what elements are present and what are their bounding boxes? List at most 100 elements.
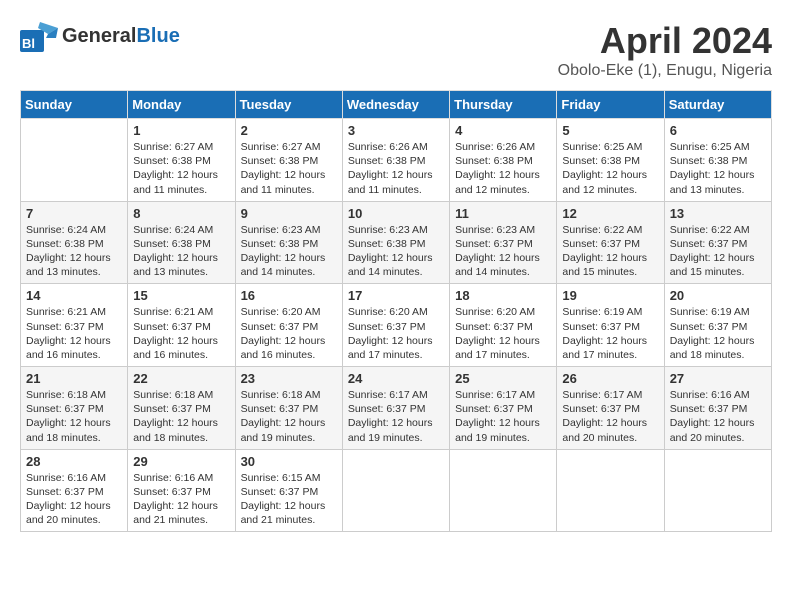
calendar-week-row: 7 Sunrise: 6:24 AMSunset: 6:38 PMDaylight… <box>21 201 772 284</box>
calendar-header-saturday: Saturday <box>664 91 771 119</box>
calendar-cell: 24 Sunrise: 6:17 AMSunset: 6:37 PMDayligh… <box>342 367 449 450</box>
day-number: 7 <box>26 206 122 221</box>
calendar-cell <box>450 449 557 532</box>
calendar-cell <box>21 119 128 202</box>
day-info: Sunrise: 6:20 AMSunset: 6:37 PMDaylight:… <box>241 305 337 362</box>
calendar-cell: 2 Sunrise: 6:27 AMSunset: 6:38 PMDaylight… <box>235 119 342 202</box>
day-info: Sunrise: 6:20 AMSunset: 6:37 PMDaylight:… <box>455 305 551 362</box>
day-info: Sunrise: 6:25 AMSunset: 6:38 PMDaylight:… <box>562 140 658 197</box>
day-info: Sunrise: 6:16 AMSunset: 6:37 PMDaylight:… <box>26 471 122 528</box>
calendar-cell: 6 Sunrise: 6:25 AMSunset: 6:38 PMDaylight… <box>664 119 771 202</box>
day-info: Sunrise: 6:26 AMSunset: 6:38 PMDaylight:… <box>455 140 551 197</box>
day-info: Sunrise: 6:27 AMSunset: 6:38 PMDaylight:… <box>133 140 229 197</box>
day-number: 16 <box>241 288 337 303</box>
calendar-cell: 19Sunrise: 6:19 AMSunset: 6:37 PMDayligh… <box>557 284 664 367</box>
logo-icon: Bl <box>20 20 58 52</box>
calendar-header-wednesday: Wednesday <box>342 91 449 119</box>
calendar-cell: 15 Sunrise: 6:21 AMSunset: 6:37 PMDayligh… <box>128 284 235 367</box>
calendar-cell: 13 Sunrise: 6:22 AMSunset: 6:37 PMDayligh… <box>664 201 771 284</box>
day-info: Sunrise: 6:17 AMSunset: 6:37 PMDaylight:… <box>562 388 658 445</box>
day-number: 4 <box>455 123 551 138</box>
calendar-cell: 9 Sunrise: 6:23 AMSunset: 6:38 PMDaylight… <box>235 201 342 284</box>
svg-text:Bl: Bl <box>22 36 35 51</box>
calendar-cell: 26 Sunrise: 6:17 AMSunset: 6:37 PMDayligh… <box>557 367 664 450</box>
calendar-cell: 25Sunrise: 6:17 AMSunset: 6:37 PMDayligh… <box>450 367 557 450</box>
day-info: Sunrise: 6:23 AMSunset: 6:38 PMDaylight:… <box>348 223 444 280</box>
day-number: 22 <box>133 371 229 386</box>
day-number: 30 <box>241 454 337 469</box>
day-number: 6 <box>670 123 766 138</box>
day-number: 9 <box>241 206 337 221</box>
calendar-cell: 27 Sunrise: 6:16 AMSunset: 6:37 PMDayligh… <box>664 367 771 450</box>
day-number: 1 <box>133 123 229 138</box>
day-number: 8 <box>133 206 229 221</box>
day-number: 2 <box>241 123 337 138</box>
calendar-cell: 5Sunrise: 6:25 AMSunset: 6:38 PMDaylight… <box>557 119 664 202</box>
day-number: 28 <box>26 454 122 469</box>
day-info: Sunrise: 6:19 AMSunset: 6:37 PMDaylight:… <box>562 305 658 362</box>
title-block: April 2024 Obolo-Eke (1), Enugu, Nigeria <box>558 20 772 80</box>
day-info: Sunrise: 6:24 AMSunset: 6:38 PMDaylight:… <box>133 223 229 280</box>
calendar-header-row: SundayMondayTuesdayWednesdayThursdayFrid… <box>21 91 772 119</box>
day-info: Sunrise: 6:21 AMSunset: 6:37 PMDaylight:… <box>133 305 229 362</box>
calendar-week-row: 1 Sunrise: 6:27 AMSunset: 6:38 PMDaylight… <box>21 119 772 202</box>
day-info: Sunrise: 6:16 AMSunset: 6:37 PMDaylight:… <box>133 471 229 528</box>
day-number: 3 <box>348 123 444 138</box>
calendar-header-friday: Friday <box>557 91 664 119</box>
day-number: 24 <box>348 371 444 386</box>
calendar-cell: 30 Sunrise: 6:15 AMSunset: 6:37 PMDayligh… <box>235 449 342 532</box>
day-number: 26 <box>562 371 658 386</box>
calendar-cell <box>664 449 771 532</box>
calendar-week-row: 14 Sunrise: 6:21 AMSunset: 6:37 PMDayligh… <box>21 284 772 367</box>
calendar-cell <box>342 449 449 532</box>
day-info: Sunrise: 6:21 AMSunset: 6:37 PMDaylight:… <box>26 305 122 362</box>
calendar-header-tuesday: Tuesday <box>235 91 342 119</box>
day-info: Sunrise: 6:23 AMSunset: 6:38 PMDaylight:… <box>241 223 337 280</box>
day-number: 29 <box>133 454 229 469</box>
day-number: 27 <box>670 371 766 386</box>
calendar-cell: 28 Sunrise: 6:16 AMSunset: 6:37 PMDayligh… <box>21 449 128 532</box>
day-number: 13 <box>670 206 766 221</box>
day-number: 12 <box>562 206 658 221</box>
calendar-cell: 12 Sunrise: 6:22 AMSunset: 6:37 PMDayligh… <box>557 201 664 284</box>
day-info: Sunrise: 6:27 AMSunset: 6:38 PMDaylight:… <box>241 140 337 197</box>
month-title: April 2024 <box>558 20 772 62</box>
calendar-cell: 18 Sunrise: 6:20 AMSunset: 6:37 PMDayligh… <box>450 284 557 367</box>
calendar-cell: 21Sunrise: 6:18 AMSunset: 6:37 PMDayligh… <box>21 367 128 450</box>
day-info: Sunrise: 6:17 AMSunset: 6:37 PMDaylight:… <box>348 388 444 445</box>
day-number: 18 <box>455 288 551 303</box>
day-info: Sunrise: 6:22 AMSunset: 6:37 PMDaylight:… <box>562 223 658 280</box>
logo-blue-text: Blue <box>136 25 179 47</box>
location-subtitle: Obolo-Eke (1), Enugu, Nigeria <box>558 62 772 80</box>
calendar-cell: 20Sunrise: 6:19 AMSunset: 6:37 PMDayligh… <box>664 284 771 367</box>
calendar-cell: 23Sunrise: 6:18 AMSunset: 6:37 PMDayligh… <box>235 367 342 450</box>
day-number: 17 <box>348 288 444 303</box>
logo-general-text: General <box>62 25 136 47</box>
calendar-cell: 1 Sunrise: 6:27 AMSunset: 6:38 PMDaylight… <box>128 119 235 202</box>
day-number: 14 <box>26 288 122 303</box>
calendar-cell: 11Sunrise: 6:23 AMSunset: 6:37 PMDayligh… <box>450 201 557 284</box>
day-info: Sunrise: 6:18 AMSunset: 6:37 PMDaylight:… <box>241 388 337 445</box>
day-info: Sunrise: 6:16 AMSunset: 6:37 PMDaylight:… <box>670 388 766 445</box>
calendar-header-thursday: Thursday <box>450 91 557 119</box>
day-info: Sunrise: 6:19 AMSunset: 6:37 PMDaylight:… <box>670 305 766 362</box>
day-info: Sunrise: 6:23 AMSunset: 6:37 PMDaylight:… <box>455 223 551 280</box>
day-number: 10 <box>348 206 444 221</box>
day-info: Sunrise: 6:18 AMSunset: 6:37 PMDaylight:… <box>133 388 229 445</box>
calendar-cell: 22 Sunrise: 6:18 AMSunset: 6:37 PMDayligh… <box>128 367 235 450</box>
calendar-header-sunday: Sunday <box>21 91 128 119</box>
day-info: Sunrise: 6:22 AMSunset: 6:37 PMDaylight:… <box>670 223 766 280</box>
page-header: Bl GeneralBlue April 2024 Obolo-Eke (1),… <box>20 20 772 80</box>
day-number: 25 <box>455 371 551 386</box>
day-info: Sunrise: 6:26 AMSunset: 6:38 PMDaylight:… <box>348 140 444 197</box>
day-info: Sunrise: 6:25 AMSunset: 6:38 PMDaylight:… <box>670 140 766 197</box>
calendar-cell: 29 Sunrise: 6:16 AMSunset: 6:37 PMDayligh… <box>128 449 235 532</box>
day-info: Sunrise: 6:20 AMSunset: 6:37 PMDaylight:… <box>348 305 444 362</box>
calendar-header-monday: Monday <box>128 91 235 119</box>
day-number: 21 <box>26 371 122 386</box>
day-number: 15 <box>133 288 229 303</box>
calendar-cell: 4 Sunrise: 6:26 AMSunset: 6:38 PMDaylight… <box>450 119 557 202</box>
calendar-cell <box>557 449 664 532</box>
calendar-table: SundayMondayTuesdayWednesdayThursdayFrid… <box>20 90 772 532</box>
day-info: Sunrise: 6:15 AMSunset: 6:37 PMDaylight:… <box>241 471 337 528</box>
